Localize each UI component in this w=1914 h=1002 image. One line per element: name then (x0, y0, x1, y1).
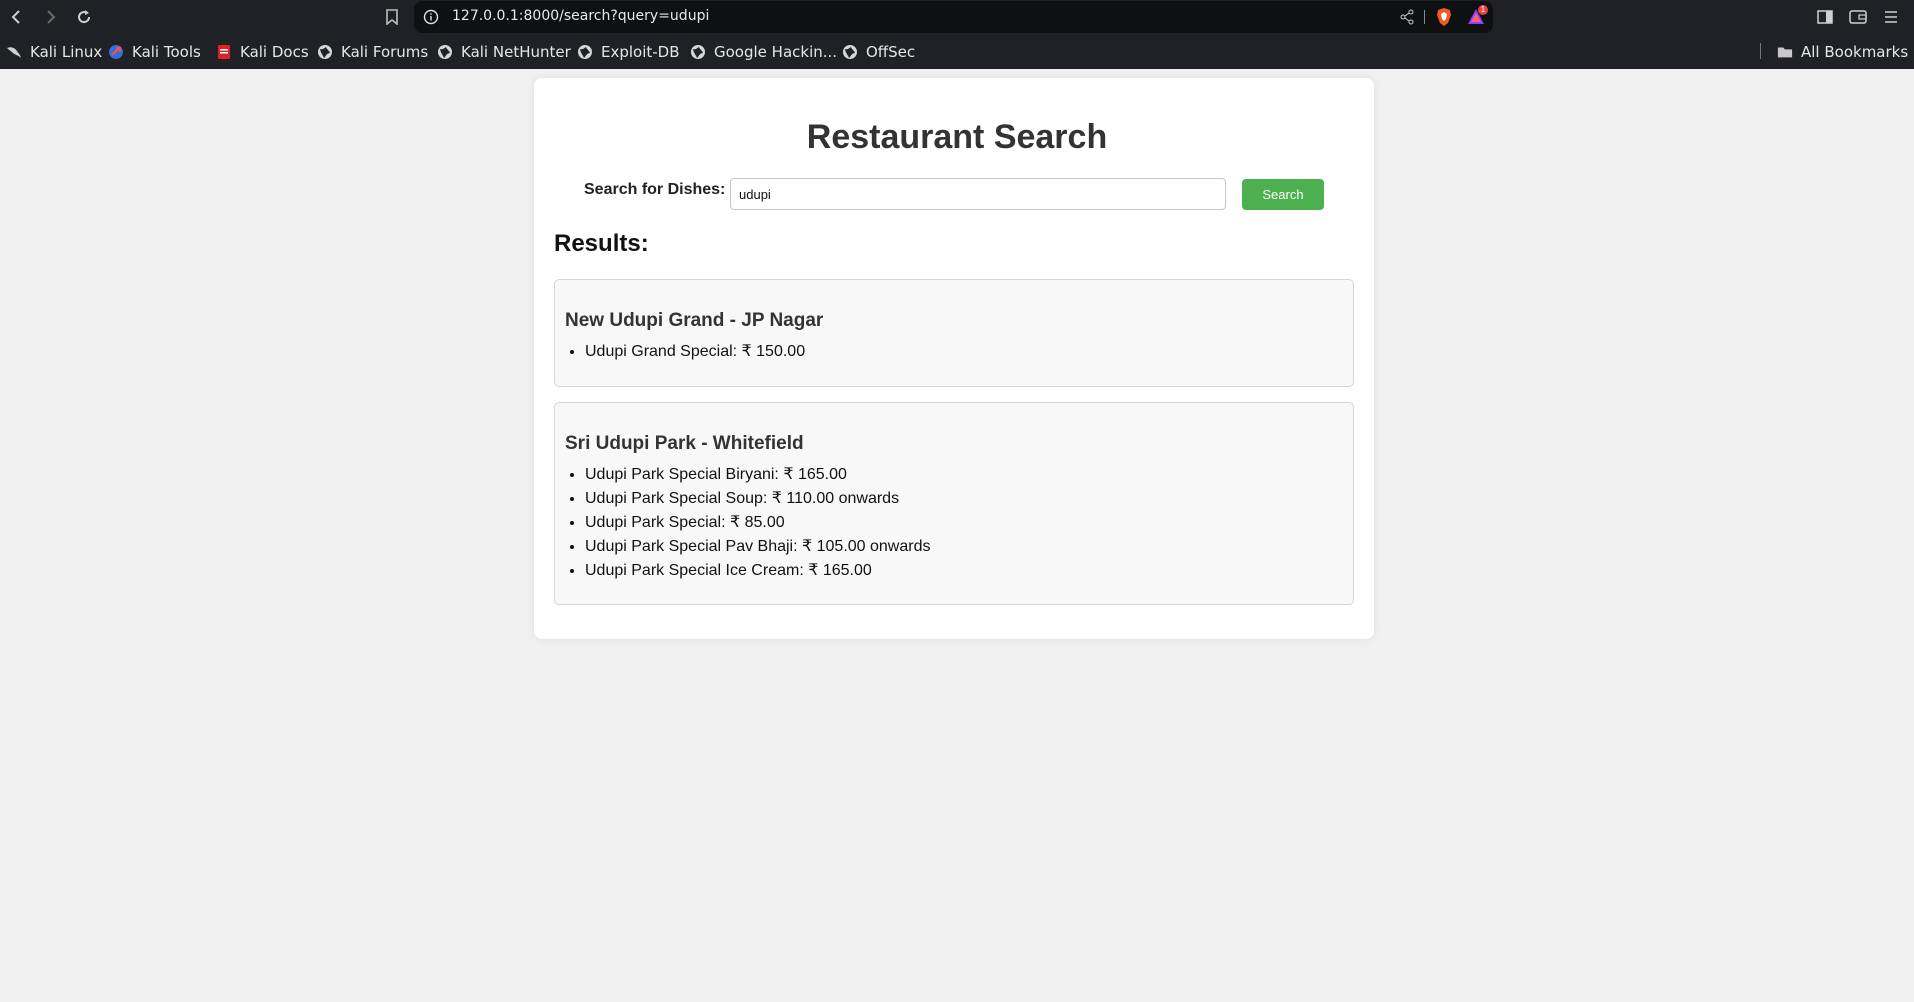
bookmarks-divider (1760, 43, 1761, 59)
site-info-icon[interactable] (422, 8, 440, 26)
bookmark-label: Kali Forums (341, 43, 429, 61)
bookmark-kali-docs[interactable]: Kali Docs (216, 42, 309, 62)
page-title: Restaurant Search (806, 118, 1108, 156)
dish-item: Udupi Park Special: ₹ 85.00 (585, 511, 930, 535)
globe-icon (437, 44, 453, 60)
globe-icon (317, 44, 333, 60)
brave-shields-icon[interactable] (1434, 7, 1454, 27)
kali-dragon-icon (6, 44, 22, 60)
sidebar-toggle-icon[interactable] (1813, 5, 1837, 29)
browser-chrome: 127.0.0.1:8000/search?query=udupi 1 Kali… (0, 0, 1914, 69)
bookmark-label: Kali NetHunter (461, 43, 571, 61)
bookmark-icon (386, 9, 398, 25)
forward-button[interactable] (38, 5, 62, 29)
all-bookmarks-button[interactable]: All Bookmarks (1777, 42, 1908, 62)
bookmark-exploit-db[interactable]: Exploit-DB (577, 42, 680, 62)
share-icon[interactable] (1398, 8, 1416, 26)
brave-rewards-icon[interactable]: 1 (1466, 5, 1488, 27)
address-bar[interactable]: 127.0.0.1:8000/search?query=udupi 1 (414, 1, 1493, 33)
globe-icon (690, 44, 706, 60)
dish-item: Udupi Park Special Soup: ₹ 110.00 onward… (585, 487, 930, 511)
reload-icon (78, 10, 91, 24)
globe-icon (577, 44, 593, 60)
result-card: New Udupi Grand - JP Nagar Udupi Grand S… (554, 279, 1354, 387)
result-card: Sri Udupi Park - Whitefield Udupi Park S… (554, 402, 1354, 605)
bookmark-kali-forums[interactable]: Kali Forums (317, 42, 428, 62)
dish-item: Udupi Park Special Biryani: ₹ 165.00 (585, 463, 930, 487)
reload-button[interactable] (72, 5, 96, 29)
bookmarks-bar: Kali Linux Kali Tools Kali Docs Kali For… (0, 34, 1914, 69)
browser-toolbar: 127.0.0.1:8000/search?query=udupi 1 (0, 0, 1914, 34)
restaurant-name: New Udupi Grand - JP Nagar (565, 310, 824, 331)
wallet-icon[interactable] (1846, 5, 1870, 29)
search-button[interactable]: Search (1242, 179, 1324, 210)
folder-icon (1777, 44, 1793, 60)
back-arrow-icon (11, 10, 20, 24)
dish-item: Udupi Park Special Ice Cream: ₹ 165.00 (585, 559, 930, 583)
bookmark-google-hacking[interactable]: Google Hackin... (690, 42, 837, 62)
address-bar-divider (1424, 10, 1425, 24)
bookmark-page-button[interactable] (380, 5, 404, 29)
url-text[interactable]: 127.0.0.1:8000/search?query=udupi (452, 8, 709, 24)
dish-list: Udupi Park Special Biryani: ₹ 165.00 Udu… (555, 463, 930, 583)
search-input[interactable] (730, 178, 1226, 210)
bookmark-label: Exploit-DB (601, 43, 680, 61)
rewards-badge: 1 (1478, 5, 1488, 15)
menu-icon[interactable] (1879, 5, 1903, 29)
kali-docs-icon (216, 44, 232, 60)
bookmark-label: OffSec (866, 43, 916, 61)
forward-arrow-icon (47, 10, 56, 24)
dish-item: Udupi Park Special Pav Bhaji: ₹ 105.00 o… (585, 535, 930, 559)
all-bookmarks-label: All Bookmarks (1801, 43, 1909, 61)
globe-icon (842, 44, 858, 60)
restaurant-name: Sri Udupi Park - Whitefield (565, 433, 804, 454)
dish-list: Udupi Grand Special: ₹ 150.00 (555, 340, 805, 364)
bookmark-label: Kali Docs (240, 43, 309, 61)
bookmark-kali-linux[interactable]: Kali Linux (6, 42, 102, 62)
bookmark-offsec[interactable]: OffSec (842, 42, 915, 62)
back-button[interactable] (5, 5, 29, 29)
kali-tools-icon (108, 44, 124, 60)
bookmark-label: Google Hackin... (714, 43, 838, 61)
results-heading: Results: (554, 230, 649, 257)
bookmark-kali-nethunter[interactable]: Kali NetHunter (437, 42, 571, 62)
bookmark-label: Kali Linux (30, 43, 103, 61)
search-label: Search for Dishes: (584, 181, 726, 198)
dish-item: Udupi Grand Special: ₹ 150.00 (585, 340, 805, 364)
bookmark-label: Kali Tools (132, 43, 201, 61)
bookmark-kali-tools[interactable]: Kali Tools (108, 42, 201, 62)
